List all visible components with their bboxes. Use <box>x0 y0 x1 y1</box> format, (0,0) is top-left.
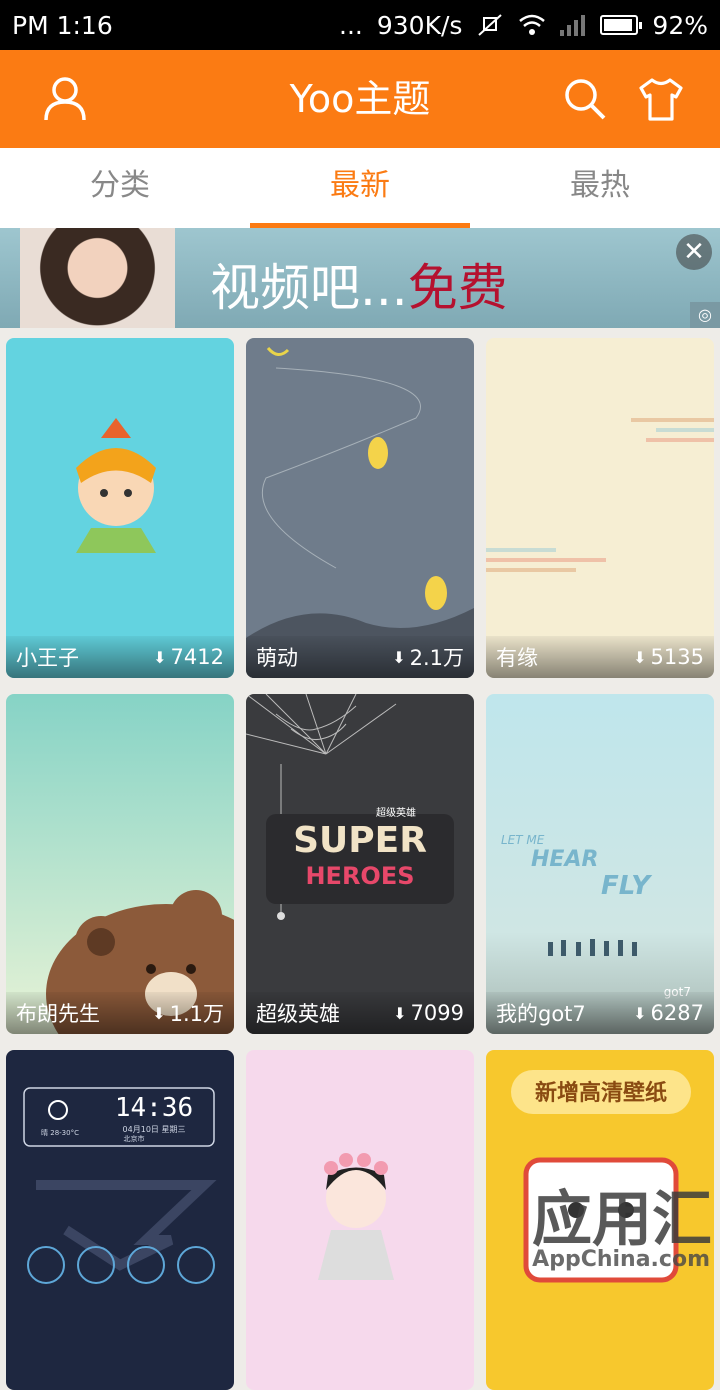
theme-thumbnail <box>6 694 234 1034</box>
download-value: 6287 <box>650 1001 704 1025</box>
theme-thumbnail <box>246 338 474 678</box>
theme-thumbnail <box>246 1050 474 1390</box>
theme-name: 萌动 <box>256 646 298 670</box>
download-icon: ⬇ <box>152 1003 166 1023</box>
theme-caption: 超级英雄 ⬇ 7099 <box>246 992 474 1034</box>
download-icon: ⬇ <box>392 647 406 667</box>
banner-text-main: 视频吧... <box>210 259 408 317</box>
clock-weather: 晴 28-30°C <box>41 1128 79 1137</box>
theme-caption: 我的got7 ⬇ 6287 <box>486 992 714 1034</box>
download-value: 1.1万 <box>169 1002 224 1026</box>
status-bar: PM 1:16 ... 930K/s 92% <box>0 0 720 50</box>
theme-thumbnail <box>486 338 714 678</box>
super-text: SUPER <box>293 820 427 861</box>
theme-caption: 小王子 ⬇ 7412 <box>6 636 234 678</box>
banner-photo <box>20 228 175 328</box>
got7-line3: FLY <box>601 871 653 901</box>
theme-card[interactable]: 布朗先生 ⬇ 1.1万 <box>6 694 234 1034</box>
got7-line2: HEAR <box>531 847 598 872</box>
banner-text-accent: 免费 <box>407 259 508 317</box>
search-icon[interactable] <box>560 74 610 124</box>
wifi-icon <box>519 14 546 35</box>
battery-icon <box>600 15 643 35</box>
theme-thumbnail: 14:36 04月10日 星期三 晴 28-30°C 北京市 <box>6 1050 234 1390</box>
clock-date: 04月10日 星期三 <box>123 1125 186 1134</box>
theme-card[interactable] <box>246 1050 474 1390</box>
theme-thumbnail <box>6 338 234 678</box>
theme-name: 布朗先生 <box>16 1002 100 1026</box>
mute-icon <box>478 14 503 36</box>
download-icon: ⬇ <box>633 1003 647 1023</box>
theme-caption: 布朗先生 ⬇ 1.1万 <box>6 992 234 1034</box>
download-value: 7412 <box>170 645 224 669</box>
watermark-logo: 应用汇 <box>532 1185 712 1255</box>
ad-indicator-icon[interactable]: ◎ <box>690 302 720 328</box>
download-value: 7099 <box>410 1001 464 1025</box>
theme-card[interactable]: SUPER HEROES 超级英雄 超级英雄 ⬇ 7099 <box>246 694 474 1034</box>
tab-hottest[interactable]: 最热 <box>480 148 720 228</box>
theme-thumbnail: SUPERHEROES 超级英雄 <box>246 694 474 1034</box>
download-count: ⬇ 7099 <box>393 1001 464 1025</box>
theme-name: 超级英雄 <box>256 1002 340 1026</box>
clock-text: 14:36 <box>115 1093 193 1123</box>
got7-line1: LET ME <box>501 833 545 847</box>
download-count: ⬇ 2.1万 <box>392 642 464 672</box>
close-icon[interactable]: ✕ <box>676 234 712 270</box>
signal-icon <box>560 15 586 36</box>
download-value: 2.1万 <box>409 646 464 670</box>
theme-grid: 小王子 ⬇ 7412 萌动 ⬇ 2.1万 有缘 ⬇ 5135 布朗先生 ⬇ 1.1万 SUPER… <box>0 328 720 1390</box>
clock-city: 北京市 <box>124 1134 145 1143</box>
theme-caption: 萌动 ⬇ 2.1万 <box>246 636 474 678</box>
app-title: Yoo主题 <box>289 77 431 121</box>
theme-name: 我的got7 <box>496 1002 586 1026</box>
tab-latest[interactable]: 最新 <box>240 148 480 228</box>
banner-text: 视频吧...免费 <box>210 248 508 320</box>
theme-card[interactable]: 14:36 04月10日 星期三 晴 28-30°C 北京市 <box>6 1050 234 1390</box>
super-cn-text: 超级英雄 <box>376 806 416 819</box>
watermark-sub: AppChina.com <box>532 1247 710 1272</box>
hd-banner-text: 新增高清壁纸 <box>535 1080 667 1106</box>
battery-percent: 92% <box>652 10 708 40</box>
theme-card[interactable]: 萌动 ⬇ 2.1万 <box>246 338 474 678</box>
theme-caption: 有缘 ⬇ 5135 <box>486 636 714 678</box>
theme-card[interactable]: 小王子 ⬇ 7412 <box>6 338 234 678</box>
download-count: ⬇ 6287 <box>633 1001 704 1025</box>
theme-name: 小王子 <box>16 646 79 670</box>
theme-name: 有缘 <box>496 646 538 670</box>
heroes-text: HEROES <box>305 862 414 890</box>
status-speed: 930K/s <box>376 10 463 40</box>
download-value: 5135 <box>650 645 704 669</box>
tshirt-icon[interactable] <box>636 74 686 124</box>
tab-category[interactable]: 分类 <box>0 148 240 228</box>
status-time: PM 1:16 <box>12 10 113 40</box>
download-count: ⬇ 7412 <box>153 645 224 669</box>
status-dots: ... <box>339 10 363 40</box>
download-count: ⬇ 5135 <box>633 645 704 669</box>
tab-bar: 分类 最新 最热 <box>0 148 720 228</box>
theme-thumbnail: LET MEHEARFLYgot7 <box>486 694 714 1034</box>
download-icon: ⬇ <box>393 1003 407 1023</box>
ad-banner[interactable]: 视频吧...免费 ✕ ◎ <box>0 228 720 328</box>
download-count: ⬇ 1.1万 <box>152 998 224 1028</box>
theme-card[interactable]: LET MEHEARFLYgot7 我的got7 ⬇6287 <box>486 694 714 1034</box>
download-icon: ⬇ <box>633 647 647 667</box>
download-icon: ⬇ <box>153 647 167 667</box>
app-bar: Yoo主题 <box>0 50 720 148</box>
theme-card[interactable]: 有缘 ⬇ 5135 <box>486 338 714 678</box>
